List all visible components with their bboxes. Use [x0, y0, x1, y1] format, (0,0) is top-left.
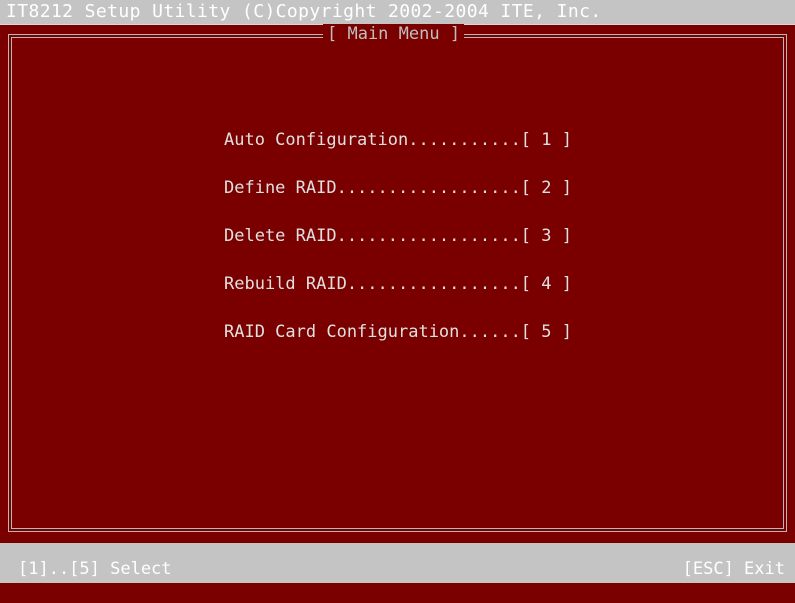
menu-item-raid-card-configuration[interactable]: RAID Card Configuration......[ 5 ] [224, 318, 572, 366]
esc-exit-hint[interactable]: [ESC] Exit [683, 559, 785, 579]
status-bar: [1]..[5] Select [ESC] Exit [0, 543, 795, 583]
menu-item-define-raid[interactable]: Define RAID..................[ 2 ] [224, 174, 572, 222]
window-title: IT8212 Setup Utility (C)Copyright 2002-2… [6, 1, 602, 22]
title-bar: IT8212 Setup Utility (C)Copyright 2002-2… [0, 0, 795, 25]
menu-item-delete-raid[interactable]: Delete RAID..................[ 3 ] [224, 222, 572, 270]
select-hint: [1]..[5] Select [18, 559, 172, 579]
menu-item-rebuild-raid[interactable]: Rebuild RAID.................[ 4 ] [224, 270, 572, 318]
main-menu: Auto Configuration...........[ 1 ] Defin… [224, 126, 572, 366]
menu-item-auto-configuration[interactable]: Auto Configuration...........[ 1 ] [224, 126, 572, 174]
main-menu-title: [ Main Menu ] [323, 24, 465, 44]
